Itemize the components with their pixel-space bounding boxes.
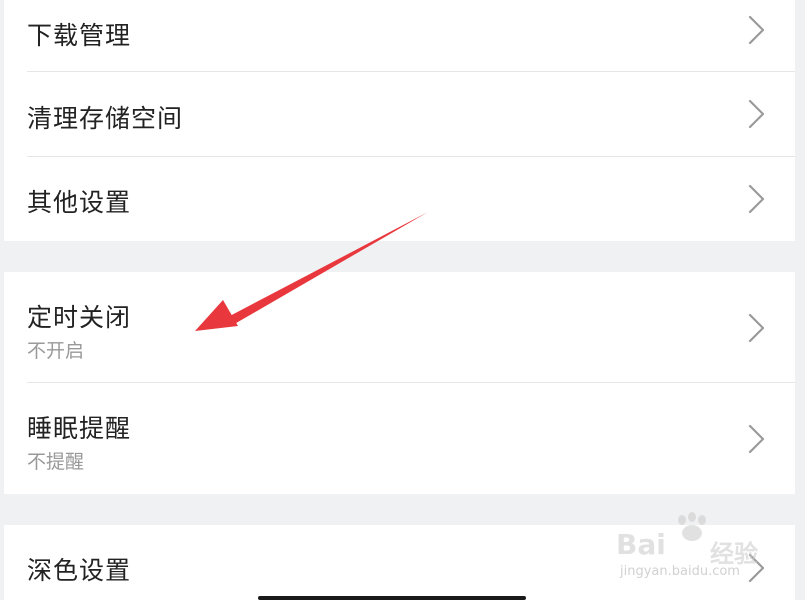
row-title: 其他设置: [27, 188, 132, 217]
chevron-right-icon: [746, 553, 766, 583]
row-sleep-reminder[interactable]: 睡眠提醒 不提醒: [4, 383, 795, 494]
settings-group-1: 下载管理 清理存储空间 其他设置: [4, 0, 795, 241]
row-title: 下载管理: [27, 21, 132, 50]
settings-screen: 下载管理 清理存储空间 其他设置 定时关闭 不开启 睡眠提醒 不提醒 深色设置 …: [0, 0, 805, 600]
row-timed-close[interactable]: 定时关闭 不开启: [4, 272, 795, 383]
row-clear-storage[interactable]: 清理存储空间: [4, 72, 795, 157]
row-subtitle: 不提醒: [27, 451, 85, 473]
row-subtitle: 不开启: [27, 340, 85, 362]
chevron-right-icon: [746, 15, 766, 45]
row-title: 清理存储空间: [27, 104, 184, 133]
settings-group-2: 定时关闭 不开启 睡眠提醒 不提醒: [4, 272, 795, 494]
home-indicator: [258, 596, 526, 600]
chevron-right-icon: [746, 99, 766, 129]
settings-group-3: 深色设置: [4, 525, 795, 600]
row-other-settings[interactable]: 其他设置: [4, 157, 795, 241]
chevron-right-icon: [746, 184, 766, 214]
chevron-right-icon: [746, 313, 766, 343]
row-dark-mode[interactable]: 深色设置: [4, 525, 795, 600]
row-download-management[interactable]: 下载管理: [4, 0, 795, 72]
chevron-right-icon: [746, 424, 766, 454]
row-title: 睡眠提醒: [27, 414, 132, 443]
row-title: 深色设置: [27, 556, 132, 585]
row-title: 定时关闭: [27, 303, 132, 332]
